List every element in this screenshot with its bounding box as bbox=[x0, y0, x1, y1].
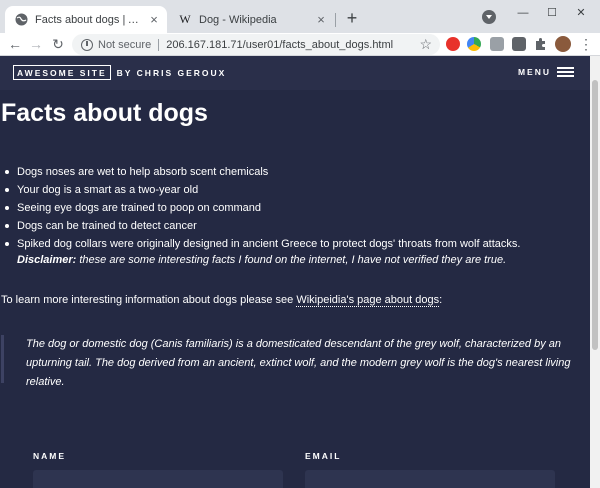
scrollbar-thumb[interactable] bbox=[592, 80, 598, 350]
disclaimer: Disclaimer: these are some interesting f… bbox=[17, 254, 506, 266]
logo-byline: BY CHRIS GEROUX bbox=[116, 67, 227, 78]
back-button[interactable]: ← bbox=[6, 35, 24, 53]
close-window-button[interactable]: ✕ bbox=[571, 4, 591, 22]
tab-dog-wikipedia[interactable]: W Dog - Wikipedia × bbox=[170, 6, 334, 33]
list-item: Spiked dog collars were originally desig… bbox=[3, 235, 573, 253]
bookmark-star-icon[interactable]: ☆ bbox=[419, 36, 432, 53]
logo-text: AWESOME SITE bbox=[13, 65, 111, 80]
name-field[interactable] bbox=[33, 470, 283, 488]
tab-separator bbox=[335, 13, 336, 27]
tab-title: Dog - Wikipedia bbox=[199, 13, 277, 26]
tab-search-icon[interactable] bbox=[482, 10, 496, 24]
learn-more-prefix: To learn more interesting information ab… bbox=[1, 294, 297, 306]
extensions-puzzle-icon[interactable] bbox=[534, 37, 548, 51]
forward-button[interactable]: → bbox=[27, 35, 45, 53]
new-tab-button[interactable]: + bbox=[342, 9, 362, 29]
browser-toolbar: ← → ↻ Not secure 206.167.181.71/user01/f… bbox=[0, 33, 600, 56]
address-separator bbox=[158, 38, 160, 51]
name-label: NAME bbox=[33, 451, 67, 461]
security-label: Not secure bbox=[98, 38, 152, 51]
color-extension-icon[interactable] bbox=[467, 37, 481, 51]
tab-close-icon[interactable]: × bbox=[314, 12, 328, 27]
extension-grid-icon[interactable] bbox=[512, 37, 526, 51]
wikipedia-link[interactable]: Wikipeidia's page about dogs bbox=[296, 294, 440, 307]
email-label: EMAIL bbox=[305, 451, 342, 461]
site-header: AWESOME SITE BY CHRIS GEROUX MENU bbox=[0, 56, 590, 90]
facts-list: Dogs noses are wet to help absorb scent … bbox=[3, 163, 573, 253]
more-menu-icon[interactable]: ⋮ bbox=[579, 35, 593, 53]
extension-b-icon[interactable] bbox=[490, 37, 504, 51]
page-title: Facts about dogs bbox=[1, 99, 208, 127]
page-content: AWESOME SITE BY CHRIS GEROUX MENU Facts … bbox=[0, 56, 590, 488]
dog-quote: The dog or domestic dog (Canis familiari… bbox=[1, 335, 586, 388]
list-item: Dogs can be trained to detect cancer bbox=[3, 217, 573, 235]
wikipedia-icon: W bbox=[179, 12, 191, 26]
minimize-button[interactable]: — bbox=[513, 4, 533, 22]
list-item: Dogs noses are wet to help absorb scent … bbox=[3, 163, 573, 181]
tab-title: Facts about dogs | Awesome Site bbox=[35, 13, 143, 26]
reload-button[interactable]: ↻ bbox=[49, 35, 67, 53]
site-logo[interactable]: AWESOME SITE BY CHRIS GEROUX bbox=[13, 65, 226, 80]
tab-close-icon[interactable]: × bbox=[147, 12, 161, 27]
opera-extension-icon[interactable] bbox=[446, 37, 460, 51]
learn-more-text: To learn more interesting information ab… bbox=[1, 294, 443, 307]
disclaimer-label: Disclaimer: bbox=[17, 254, 77, 266]
tab-facts-about-dogs[interactable]: Facts about dogs | Awesome Site × bbox=[5, 6, 167, 33]
globe-icon bbox=[14, 13, 28, 27]
menu-button[interactable]: MENU bbox=[518, 67, 574, 77]
maximize-button[interactable]: ☐ bbox=[542, 4, 562, 22]
url-text[interactable]: 206.167.181.71/user01/facts_about_dogs.h… bbox=[166, 39, 393, 51]
list-item: Seeing eye dogs are trained to poop on c… bbox=[3, 199, 573, 217]
disclaimer-text: these are some interesting facts I found… bbox=[76, 254, 507, 266]
email-field[interactable] bbox=[305, 470, 555, 488]
address-bar[interactable]: Not secure 206.167.181.71/user01/facts_a… bbox=[72, 34, 440, 55]
browser-tab-strip: Facts about dogs | Awesome Site × W Dog … bbox=[0, 0, 600, 33]
profile-avatar[interactable] bbox=[555, 36, 571, 52]
info-icon[interactable] bbox=[81, 38, 93, 51]
learn-more-suffix: : bbox=[439, 294, 443, 306]
menu-label: MENU bbox=[517, 67, 551, 77]
list-item: Your dog is a smart as a two-year old bbox=[3, 181, 573, 199]
hamburger-icon bbox=[557, 67, 574, 77]
